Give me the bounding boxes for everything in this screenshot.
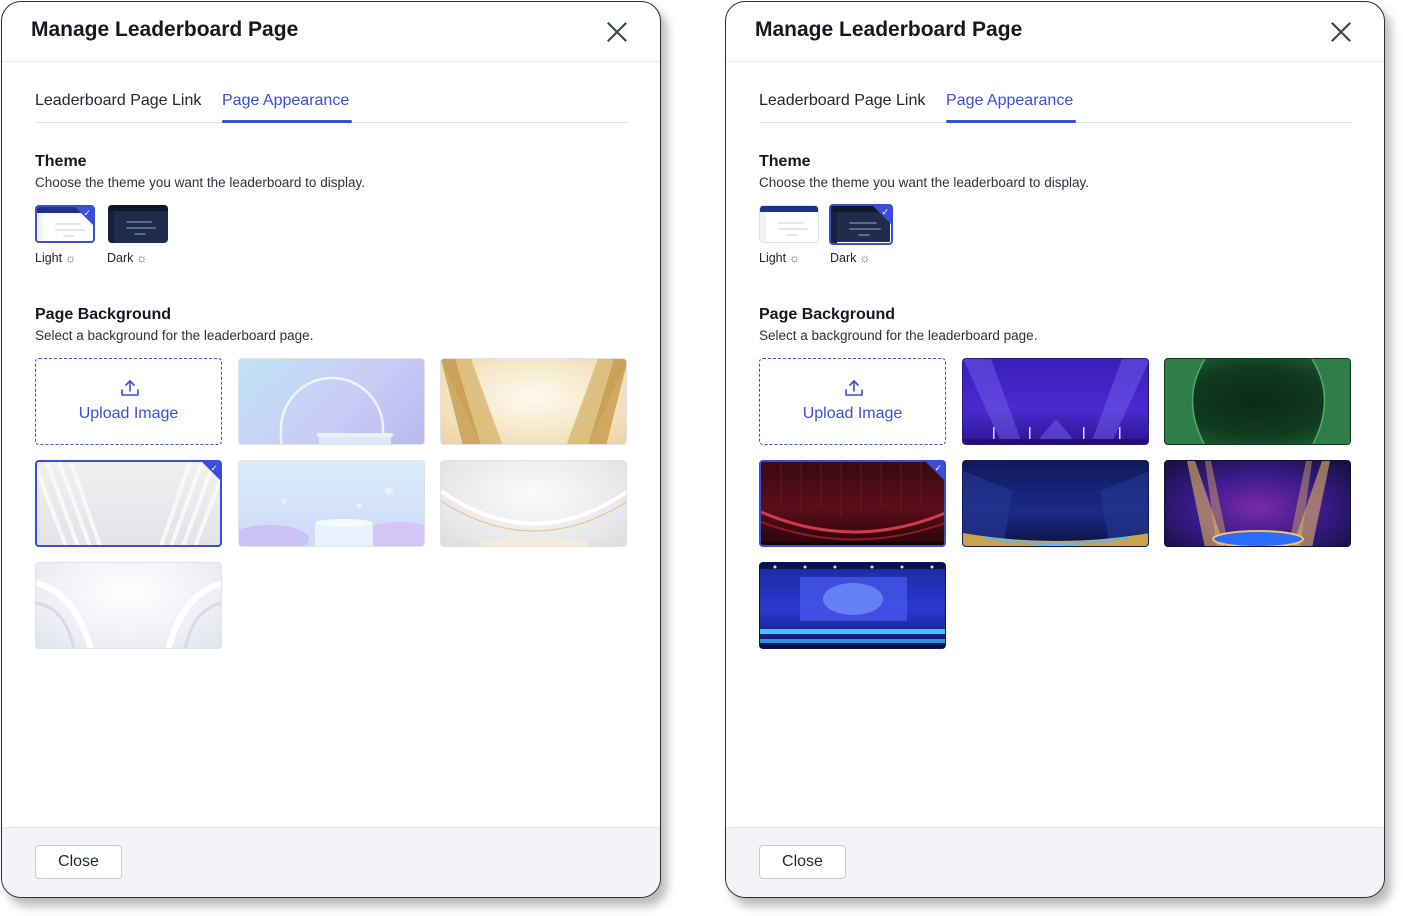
- close-button[interactable]: Close: [35, 845, 122, 879]
- white-curves-art: [36, 580, 221, 648]
- gold-fans-art: [441, 359, 626, 444]
- upload-image-label: Upload Image: [802, 405, 903, 422]
- theme-description: Choose the theme you want the leaderboar…: [759, 175, 1089, 190]
- background-option-white-curves[interactable]: [35, 562, 222, 649]
- tab-leaderboard-page-link[interactable]: Leaderboard Page Link: [35, 92, 201, 110]
- dialog-footer: Close: [726, 827, 1384, 897]
- active-tab-indicator: [946, 120, 1076, 123]
- theme-option-light[interactable]: [759, 205, 819, 243]
- upload-image-button[interactable]: Upload Image: [35, 358, 222, 445]
- close-icon[interactable]: [606, 21, 628, 43]
- check-icon: ✓: [210, 463, 218, 473]
- sun-icon: ☼: [65, 251, 77, 265]
- manage-leaderboard-dialog-dark: Manage Leaderboard Page Leaderboard Page…: [725, 1, 1385, 898]
- dialog-title: Manage Leaderboard Page: [31, 18, 299, 41]
- check-icon: ✓: [881, 207, 889, 217]
- purple-spotlights-art: [963, 359, 1148, 444]
- red-curtain-art: [761, 462, 944, 545]
- background-option-purple-gold-spotlights[interactable]: [1164, 460, 1351, 547]
- blue-stage-art: [760, 563, 945, 648]
- white-stripes-art: [37, 462, 220, 545]
- theme-label-light: Light ☼: [35, 251, 77, 265]
- tab-bar: Leaderboard Page Link Page Appearance: [759, 85, 1353, 123]
- pastel-podium-art: [239, 487, 424, 546]
- dialog-header: Manage Leaderboard Page: [726, 2, 1384, 62]
- page-background-description: Select a background for the leaderboard …: [35, 328, 314, 343]
- dialog-footer: Close: [2, 827, 660, 897]
- theme-label-light: Light ☼: [759, 251, 801, 265]
- page-background-heading: Page Background: [35, 306, 172, 323]
- upload-icon: [845, 380, 863, 396]
- theme-heading: Theme: [35, 153, 87, 170]
- theme-description: Choose the theme you want the leaderboar…: [35, 175, 365, 190]
- theme-option-dark[interactable]: [108, 205, 168, 243]
- tab-page-appearance[interactable]: Page Appearance: [946, 92, 1073, 110]
- upload-image-button[interactable]: Upload Image: [759, 358, 946, 445]
- sun-icon: ☼: [859, 251, 871, 265]
- page-background-description: Select a background for the leaderboard …: [759, 328, 1038, 343]
- dialog-title: Manage Leaderboard Page: [755, 18, 1023, 41]
- silver-ribbon-art: [441, 489, 626, 546]
- background-option-gold-fans[interactable]: [440, 358, 627, 445]
- close-button[interactable]: Close: [759, 845, 846, 879]
- sun-icon: ☼: [136, 251, 148, 265]
- theme-label-dark: Dark ☼: [830, 251, 871, 265]
- background-option-light-arch-glow[interactable]: [238, 358, 425, 445]
- background-option-white-stripes[interactable]: ✓: [35, 460, 222, 547]
- theme-option-light[interactable]: ✓: [35, 205, 95, 243]
- manage-leaderboard-dialog-light: Manage Leaderboard Page Leaderboard Page…: [1, 1, 661, 898]
- page-background-heading: Page Background: [759, 306, 896, 323]
- background-option-red-stage-curtain[interactable]: ✓: [759, 460, 946, 547]
- upload-image-label: Upload Image: [78, 405, 179, 422]
- green-curtain-art: [1165, 359, 1350, 444]
- dialog-header: Manage Leaderboard Page: [2, 2, 660, 62]
- navy-gold-art: [963, 471, 1148, 546]
- tab-leaderboard-page-link[interactable]: Leaderboard Page Link: [759, 92, 925, 110]
- arch-glow-art: [279, 376, 393, 444]
- background-option-purple-spotlights[interactable]: [962, 358, 1149, 445]
- check-icon: ✓: [934, 463, 942, 473]
- active-tab-indicator: [222, 120, 352, 123]
- check-icon: ✓: [83, 208, 91, 218]
- background-option-green-curtain[interactable]: [1164, 358, 1351, 445]
- sun-icon: ☼: [789, 251, 801, 265]
- close-icon[interactable]: [1330, 21, 1352, 43]
- background-option-navy-gold-stage[interactable]: [962, 460, 1149, 547]
- purple-gold-art: [1187, 461, 1330, 546]
- background-option-pastel-bubbles-podium[interactable]: [238, 460, 425, 547]
- tab-bar: Leaderboard Page Link Page Appearance: [35, 85, 629, 123]
- background-option-blue-concert-stage[interactable]: [759, 562, 946, 649]
- theme-option-dark[interactable]: ✓: [829, 204, 893, 245]
- upload-icon: [121, 380, 139, 396]
- theme-label-dark: Dark ☼: [107, 251, 148, 265]
- background-option-silver-ribbon-stage[interactable]: [440, 460, 627, 547]
- theme-heading: Theme: [759, 153, 811, 170]
- tab-page-appearance[interactable]: Page Appearance: [222, 92, 349, 110]
